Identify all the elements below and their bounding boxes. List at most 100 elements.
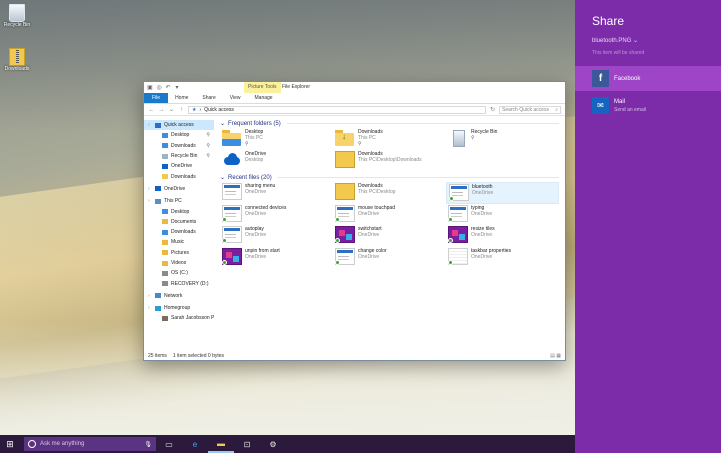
file-explorer-icon[interactable]: ▬ (208, 435, 234, 453)
chevron-down-icon: ⌄ (220, 175, 226, 181)
view-toggle-icons[interactable]: ▤ ▦ (550, 353, 561, 359)
share-file-dropdown[interactable]: bluetooth.PNG ⌄ (592, 37, 638, 44)
tab-manage[interactable]: Manage (248, 93, 280, 103)
nav-item[interactable]: › Homegroup (144, 303, 214, 313)
folder-tile[interactable]: Desktop This PC ⚲ (220, 128, 333, 150)
picture-tools-tab[interactable]: Picture Tools (244, 82, 281, 93)
file-explorer-window: ▣ ◎ ↶ ▾ Picture Tools File Explorer File… (143, 81, 566, 361)
file-thumbnail (448, 226, 468, 243)
edge-icon[interactable]: e (182, 435, 208, 453)
chevron-down-icon[interactable]: ⌄ (168, 106, 175, 113)
folder-tile[interactable]: Downloads This PC\Desktop\Downloads (333, 150, 446, 172)
chevron-right-icon[interactable]: › (148, 122, 152, 128)
nav-item[interactable]: Downloads (144, 171, 214, 181)
nav-item[interactable]: RECOVERY (D:) (144, 278, 214, 288)
chevron-right-icon[interactable]: › (148, 186, 152, 192)
nav-item[interactable]: › This PC (144, 196, 214, 206)
store-icon[interactable]: ⊡ (234, 435, 260, 453)
share-app-name: Facebook (614, 75, 641, 82)
file-tile[interactable]: resize tiles OneDrive (446, 225, 559, 247)
nav-item-label: Downloads (171, 142, 196, 149)
frequent-folders-header[interactable]: ⌄ Frequent folders (5) (220, 119, 559, 128)
file-tile[interactable]: taskbar properties OneDrive (446, 247, 559, 269)
search-input[interactable]: Search Quick access ⌕ (499, 105, 561, 114)
file-tile[interactable]: autoplay OneDrive (220, 225, 333, 247)
folder-tile[interactable]: ↓ Downloads This PC ⚲ (333, 128, 446, 150)
nav-item[interactable]: Desktop ⚲ (144, 130, 214, 140)
nav-item[interactable]: › Network (144, 291, 214, 301)
nav-item[interactable]: Downloads ⚲ (144, 141, 214, 151)
nav-item-label: Videos (171, 260, 187, 266)
back-icon[interactable]: ← (148, 107, 155, 113)
tab-file[interactable]: File (144, 93, 169, 103)
drive-icon (162, 270, 168, 276)
file-tile[interactable]: typing OneDrive (446, 204, 559, 226)
task-view-icon[interactable]: ▭ (156, 435, 182, 453)
nav-item[interactable]: Videos (144, 258, 214, 268)
folder-tile[interactable]: OneDrive Desktop (220, 150, 333, 172)
file-tile[interactable]: mouse touchpad OneDrive (333, 204, 446, 226)
nav-item[interactable]: Recycle Bin ⚲ (144, 151, 214, 161)
up-icon[interactable]: ↑ (178, 107, 185, 113)
settings-icon[interactable]: ⚙ (260, 435, 286, 453)
computer-icon (155, 198, 161, 204)
file-thumbnail (222, 183, 242, 200)
downloads-icon (162, 229, 168, 235)
sync-status-icon (449, 196, 454, 201)
file-tile[interactable]: switchstart OneDrive (333, 225, 446, 247)
file-tile[interactable]: unpin from start OneDrive (220, 247, 333, 269)
windows-start-icon[interactable]: ⊞ (0, 435, 20, 453)
file-thumbnail (448, 129, 468, 147)
address-bar[interactable]: ★ › Quick access (188, 105, 486, 114)
nav-item[interactable]: Music (144, 237, 214, 247)
sync-status-icon (222, 216, 227, 222)
pictures-icon (162, 250, 168, 256)
folder-icon[interactable]: ▣ (147, 85, 153, 91)
sync-status-icon (335, 216, 340, 222)
pin-icon: ⚲ (358, 141, 362, 147)
refresh-icon[interactable]: ↻ (489, 106, 496, 113)
nav-item[interactable]: Sarah Jacobsson P (144, 313, 214, 323)
chevron-right-icon[interactable]: › (148, 305, 152, 311)
dropdown-icon[interactable]: ▾ (174, 85, 180, 91)
nav-item-label: Sarah Jacobsson P (171, 315, 214, 322)
desktop-downloads[interactable]: Downloads (3, 48, 31, 72)
nav-item[interactable]: Documents (144, 217, 214, 227)
folder-icon: ↓ (335, 129, 355, 146)
nav-item[interactable]: › OneDrive (144, 184, 214, 194)
file-tile[interactable]: Downloads This PC\Desktop (333, 182, 446, 204)
breadcrumb[interactable]: Quick access (204, 107, 234, 113)
nav-item[interactable]: Desktop (144, 206, 214, 216)
properties-icon[interactable]: ◎ (156, 85, 162, 91)
desktop-recycle-bin[interactable]: Recycle Bin (3, 4, 31, 28)
nav-item[interactable]: Downloads (144, 227, 214, 237)
tab-view[interactable]: View (223, 93, 248, 103)
file-tile[interactable]: sharing menu OneDrive (220, 182, 333, 204)
file-tile[interactable]: connected devices OneDrive (220, 204, 333, 226)
share-app-facebook[interactable]: f Facebook (575, 66, 721, 91)
recent-files-header[interactable]: ⌄ Recent files (20) (220, 173, 559, 182)
tile-location: OneDrive (245, 189, 267, 195)
tile-location: OneDrive (358, 232, 380, 238)
tab-home[interactable]: Home (168, 93, 195, 103)
chevron-right-icon[interactable]: › (148, 293, 152, 299)
pin-icon: ⚲ (206, 132, 210, 139)
star-icon (155, 122, 161, 128)
forward-icon[interactable]: → (158, 107, 165, 113)
chevron-right-icon[interactable]: › (148, 198, 152, 204)
nav-item[interactable]: OneDrive (144, 161, 214, 171)
nav-item[interactable]: OS (C:) (144, 268, 214, 278)
nav-item[interactable]: › Quick access (144, 120, 214, 131)
nav-item[interactable]: Pictures (144, 248, 214, 258)
file-tile[interactable]: bluetooth OneDrive (446, 182, 559, 204)
pin-icon: ⚲ (206, 153, 210, 160)
download-arrow-icon: ↓ (342, 132, 346, 141)
file-tile[interactable]: change color OneDrive (333, 247, 446, 269)
undo-icon[interactable]: ↶ (165, 85, 171, 91)
share-app-mail[interactable]: ✉ Mail Send an email (575, 93, 721, 118)
folder-tile[interactable]: Recycle Bin ⚲ (446, 128, 559, 150)
microphone-icon[interactable]: 🎙 (144, 441, 152, 448)
tab-share[interactable]: Share (195, 93, 222, 103)
cortana-search-box[interactable]: Ask me anything 🎙 (24, 437, 156, 451)
file-thumbnail (335, 247, 355, 265)
